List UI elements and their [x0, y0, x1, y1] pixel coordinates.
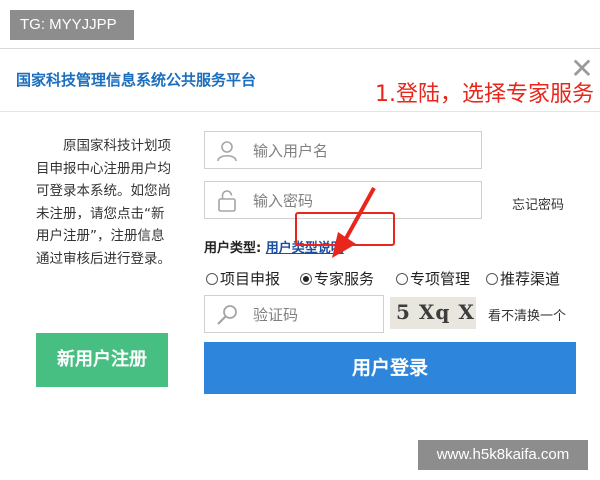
forgot-password-link[interactable]: 忘记密码	[512, 194, 564, 213]
captcha-field[interactable]	[204, 295, 384, 333]
login-button[interactable]: 用户登录	[204, 342, 576, 394]
refresh-captcha-link[interactable]: 看不清换一个	[488, 305, 566, 324]
radio-expert-service[interactable]: 专家服务	[300, 266, 374, 292]
captcha-image[interactable]: 5 Xq X	[390, 297, 476, 329]
user-icon	[217, 141, 237, 162]
captcha-input[interactable]	[251, 302, 375, 328]
radio-button[interactable]	[396, 273, 408, 285]
radio-recommend-channel[interactable]: 推荐渠道	[486, 266, 560, 292]
close-icon[interactable]: ✕	[570, 55, 594, 83]
arrow-icon	[332, 187, 376, 258]
radio-button[interactable]	[486, 273, 498, 285]
radio-label: 推荐渠道	[500, 270, 561, 288]
username-input[interactable]	[251, 138, 455, 164]
search-icon	[217, 305, 237, 325]
annotation-text: 1.登陆，选择专家服务	[375, 82, 594, 107]
intro-text: 原国家科技计划项目申报中心注册用户均可登录本系统。如您尚未注册，请您点击“新用户…	[36, 138, 171, 267]
radio-label: 专项管理	[410, 270, 471, 288]
radio-label: 专家服务	[314, 270, 375, 288]
watermark: www.h5k8kaifa.com	[418, 440, 588, 470]
username-field[interactable]	[204, 131, 482, 169]
radio-project-apply[interactable]: 项目申报	[206, 266, 280, 292]
radio-button-selected[interactable]	[300, 273, 312, 285]
radio-special-management[interactable]: 专项管理	[396, 266, 470, 292]
captcha-text: 5 Xq X	[396, 300, 475, 324]
radio-button[interactable]	[206, 273, 218, 285]
radio-label: 项目申报	[220, 270, 281, 288]
title-divider	[0, 111, 600, 112]
tg-badge: TG: MYYJJPP	[10, 10, 134, 40]
user-type-radio-group: 项目申报 专家服务 专项管理 推荐渠道	[206, 266, 586, 292]
dialog-title: 国家科技管理信息系统公共服务平台	[16, 71, 257, 89]
lock-icon	[218, 190, 236, 212]
user-type-label: 用户类型:	[204, 241, 262, 256]
register-button[interactable]: 新用户注册	[36, 333, 168, 387]
